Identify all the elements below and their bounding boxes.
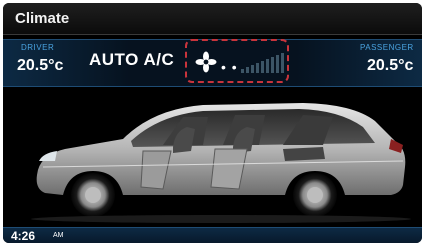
fan-level-dots: • • bbox=[221, 59, 238, 75]
fan-level-bars bbox=[241, 53, 284, 73]
title-bar: Climate bbox=[3, 3, 422, 35]
fan-icon bbox=[195, 51, 217, 73]
driver-label: DRIVER bbox=[21, 43, 55, 52]
clock-time: 4:26 bbox=[11, 229, 36, 243]
driver-temperature[interactable]: 20.5°c bbox=[17, 57, 63, 75]
car-image bbox=[31, 103, 411, 223]
passenger-temperature[interactable]: 20.5°c bbox=[367, 57, 413, 75]
vehicle-display bbox=[3, 87, 422, 225]
screen-title: Climate bbox=[15, 10, 70, 27]
passenger-label: PASSENGER bbox=[360, 43, 414, 52]
status-bar: 4:26 AM bbox=[3, 227, 422, 243]
auto-ac-mode[interactable]: AUTO A/C bbox=[89, 50, 174, 70]
clock-period: AM bbox=[53, 232, 64, 239]
climate-screen: Climate DRIVER 20.5°c AUTO A/C • • PASSE… bbox=[3, 3, 422, 243]
fan-speed-indicator[interactable]: • • bbox=[185, 39, 289, 83]
